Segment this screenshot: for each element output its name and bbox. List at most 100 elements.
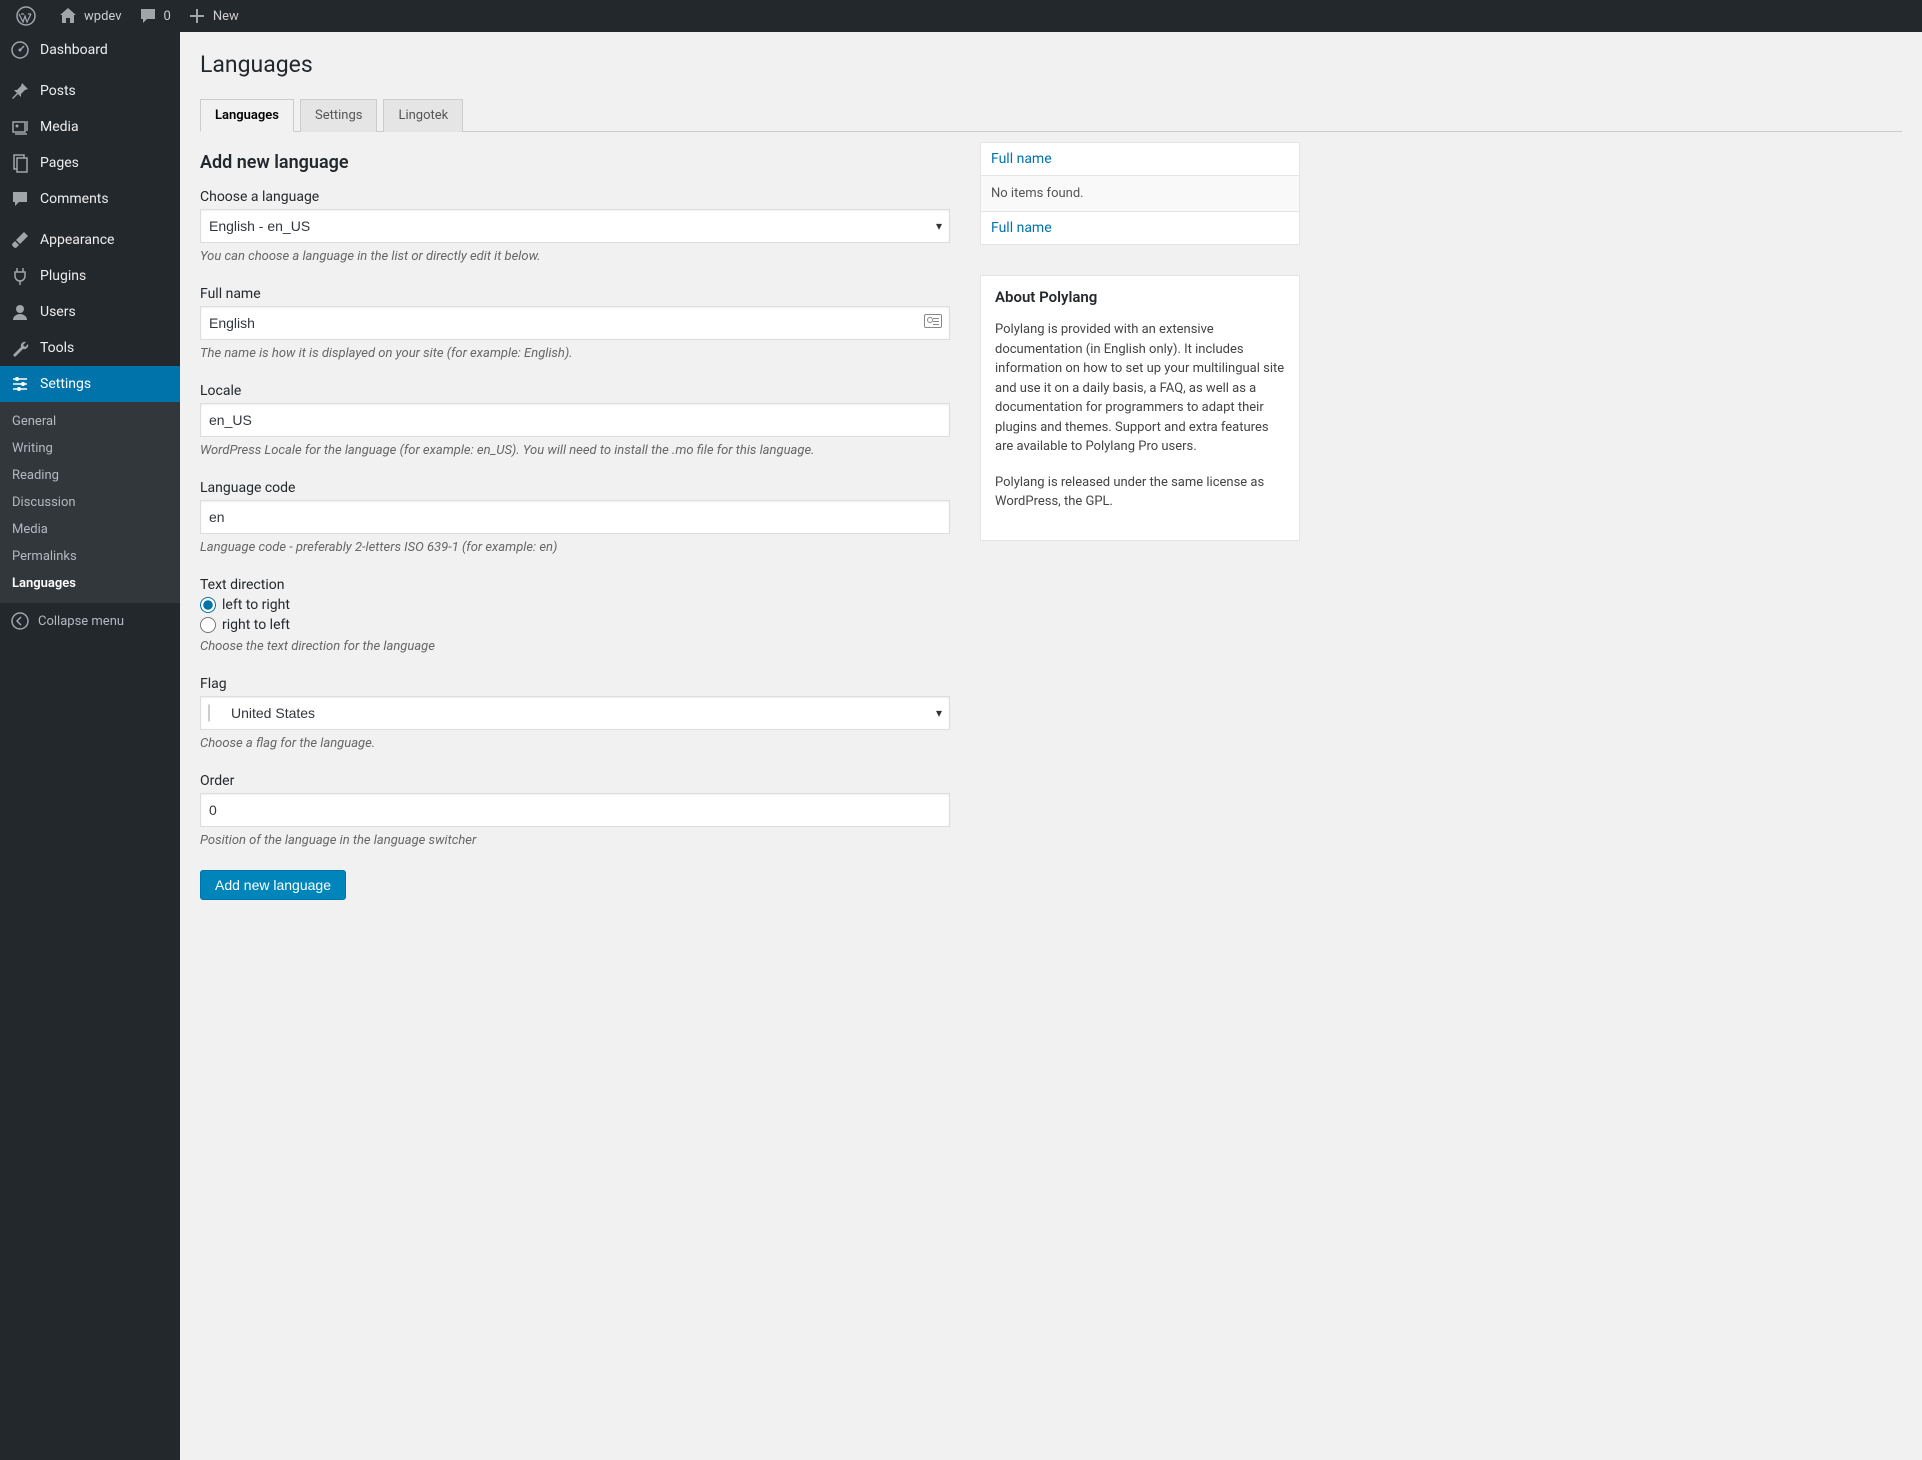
home-icon [58,6,78,26]
full-name-label: Full name [200,286,950,302]
page-title: Languages [200,42,1902,98]
language-code-help: Language code - preferably 2-letters ISO… [200,540,950,555]
collapse-menu[interactable]: Collapse menu [0,603,180,639]
comments-link[interactable]: 0 [130,0,179,32]
id-card-icon [924,314,942,332]
text-direction-help: Choose the text direction for the langua… [200,639,950,654]
sidebar-item-comments[interactable]: Comments [0,181,180,217]
languages-table: Full name No items found. Full name [980,142,1300,245]
comment-icon [138,6,158,26]
rtl-label: right to left [222,617,290,633]
field-flag: Flag United States Choose a flag for the… [200,676,950,751]
sidebar-item-appearance[interactable]: Appearance [0,222,180,258]
sidebar-item-posts[interactable]: Posts [0,73,180,109]
tab-lingotek[interactable]: Lingotek [383,99,463,132]
sidebar-item-label: Plugins [40,268,86,284]
sidebar-item-label: Posts [40,83,76,99]
plus-icon [187,6,207,26]
wordpress-icon [16,6,36,26]
language-code-input[interactable] [200,500,950,534]
flag-label: Flag [200,676,950,692]
about-heading: About Polylang [995,288,1285,306]
order-input[interactable] [200,793,950,827]
table-header-fullname[interactable]: Full name [981,143,1299,176]
site-name-link[interactable]: wpdev [50,0,130,32]
sidebar-item-label: Dashboard [40,42,108,58]
field-text-direction: Text direction left to right right to le… [200,577,950,654]
media-icon [10,117,30,137]
submenu-item-reading[interactable]: Reading [0,462,180,489]
sidebar-item-media[interactable]: Media [0,109,180,145]
sidebar-item-label: Appearance [40,232,114,248]
settings-submenu: General Writing Reading Discussion Media… [0,402,180,603]
comments-count: 0 [164,9,171,24]
language-code-label: Language code [200,480,950,496]
wrench-icon [10,338,30,358]
text-direction-label: Text direction [200,577,950,593]
submenu-item-writing[interactable]: Writing [0,435,180,462]
choose-language-help: You can choose a language in the list or… [200,249,950,264]
field-language-code: Language code Language code - preferably… [200,480,950,555]
locale-label: Locale [200,383,950,399]
pin-icon [10,81,30,101]
order-label: Order [200,773,950,789]
field-order: Order Position of the language in the la… [200,773,950,848]
table-no-items: No items found. [981,176,1299,211]
admin-sidebar: Dashboard Posts Media Pages Comments App… [0,32,180,1460]
dashboard-icon [10,40,30,60]
table-footer-fullname[interactable]: Full name [981,211,1299,244]
main-content: Languages Languages Settings Lingotek Ad… [180,32,1922,1460]
about-p1: Polylang is provided with an extensive d… [995,320,1285,457]
sidebar-item-users[interactable]: Users [0,294,180,330]
sidebar-item-plugins[interactable]: Plugins [0,258,180,294]
sidebar-item-label: Comments [40,191,109,207]
sidebar-item-label: Tools [40,340,74,356]
full-name-input[interactable] [200,306,950,340]
site-name-text: wpdev [84,9,122,24]
collapse-label: Collapse menu [38,614,124,629]
submenu-item-permalinks[interactable]: Permalinks [0,543,180,570]
sidebar-item-pages[interactable]: Pages [0,145,180,181]
sidebar-item-label: Settings [40,376,91,392]
new-label: New [213,9,239,24]
field-full-name: Full name The name is how it is displaye… [200,286,950,361]
new-content-link[interactable]: New [179,0,247,32]
admin-toolbar: wpdev 0 New [0,0,1922,32]
sliders-icon [10,374,30,394]
field-locale: Locale WordPress Locale for the language… [200,383,950,458]
locale-input[interactable] [200,403,950,437]
comment-icon [10,189,30,209]
sidebar-item-label: Media [40,119,79,135]
about-polylang-box: About Polylang Polylang is provided with… [980,275,1300,541]
flag-select[interactable]: United States [200,696,950,730]
locale-help: WordPress Locale for the language (for e… [200,443,950,458]
order-help: Position of the language in the language… [200,833,950,848]
submenu-item-languages[interactable]: Languages [0,570,180,597]
tabs-nav: Languages Settings Lingotek [200,98,1902,132]
flag-help: Choose a flag for the language. [200,736,950,751]
add-language-button[interactable]: Add new language [200,870,346,900]
section-title: Add new language [200,152,950,173]
tab-languages[interactable]: Languages [200,99,294,132]
choose-language-select[interactable]: English - en_US [200,209,950,243]
sidebar-item-tools[interactable]: Tools [0,330,180,366]
brush-icon [10,230,30,250]
pages-icon [10,153,30,173]
about-p2: Polylang is released under the same lice… [995,473,1285,512]
sidebar-item-label: Users [40,304,76,320]
sidebar-item-label: Pages [40,155,79,171]
choose-language-label: Choose a language [200,189,950,205]
rtl-radio[interactable] [200,617,216,633]
field-choose-language: Choose a language English - en_US You ca… [200,189,950,264]
submenu-item-discussion[interactable]: Discussion [0,489,180,516]
plug-icon [10,266,30,286]
user-icon [10,302,30,322]
submenu-item-general[interactable]: General [0,408,180,435]
ltr-radio[interactable] [200,597,216,613]
ltr-label: left to right [222,597,290,613]
tab-settings[interactable]: Settings [300,99,377,132]
sidebar-item-settings[interactable]: Settings [0,366,180,402]
submenu-item-media[interactable]: Media [0,516,180,543]
wp-logo[interactable] [8,0,50,32]
sidebar-item-dashboard[interactable]: Dashboard [0,32,180,68]
